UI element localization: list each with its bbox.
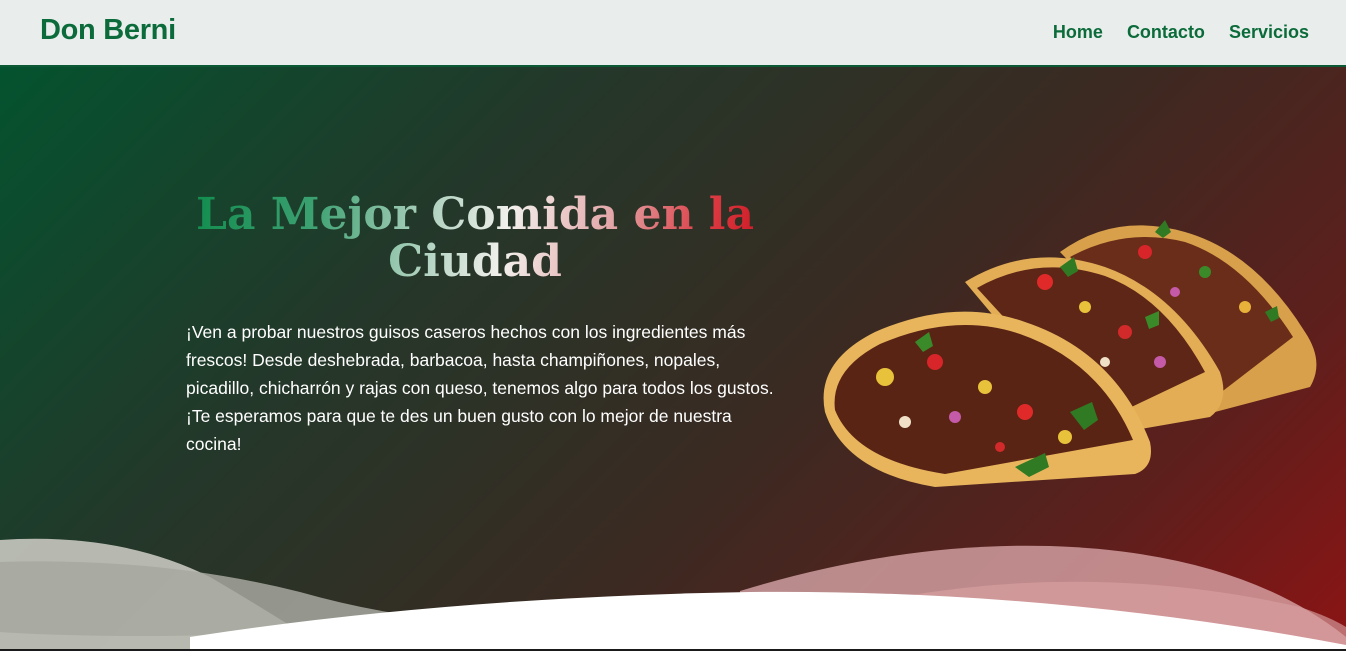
- nav-link-servicios[interactable]: Servicios: [1229, 22, 1309, 43]
- hero-title: La Mejor Comida en la Ciudad: [180, 191, 770, 285]
- tacos-image: [823, 220, 1317, 487]
- hero-title-line2: Ciudad: [388, 236, 562, 287]
- brand-logo[interactable]: Don Berni: [40, 14, 176, 47]
- nav-link-home[interactable]: Home: [1053, 22, 1103, 43]
- hero-title-line1: La Mejor Comida en la: [196, 189, 754, 240]
- hero-section: La Mejor Comida en la Ciudad ¡Ven a prob…: [0, 67, 1346, 651]
- hero-description: ¡Ven a probar nuestros guisos caseros he…: [186, 322, 774, 454]
- hero-waves: [0, 538, 1346, 651]
- navbar: Don Berni Home Contacto Servicios: [0, 0, 1346, 67]
- nav-links: Home Contacto Servicios: [1053, 22, 1309, 43]
- nav-link-contacto[interactable]: Contacto: [1127, 22, 1205, 43]
